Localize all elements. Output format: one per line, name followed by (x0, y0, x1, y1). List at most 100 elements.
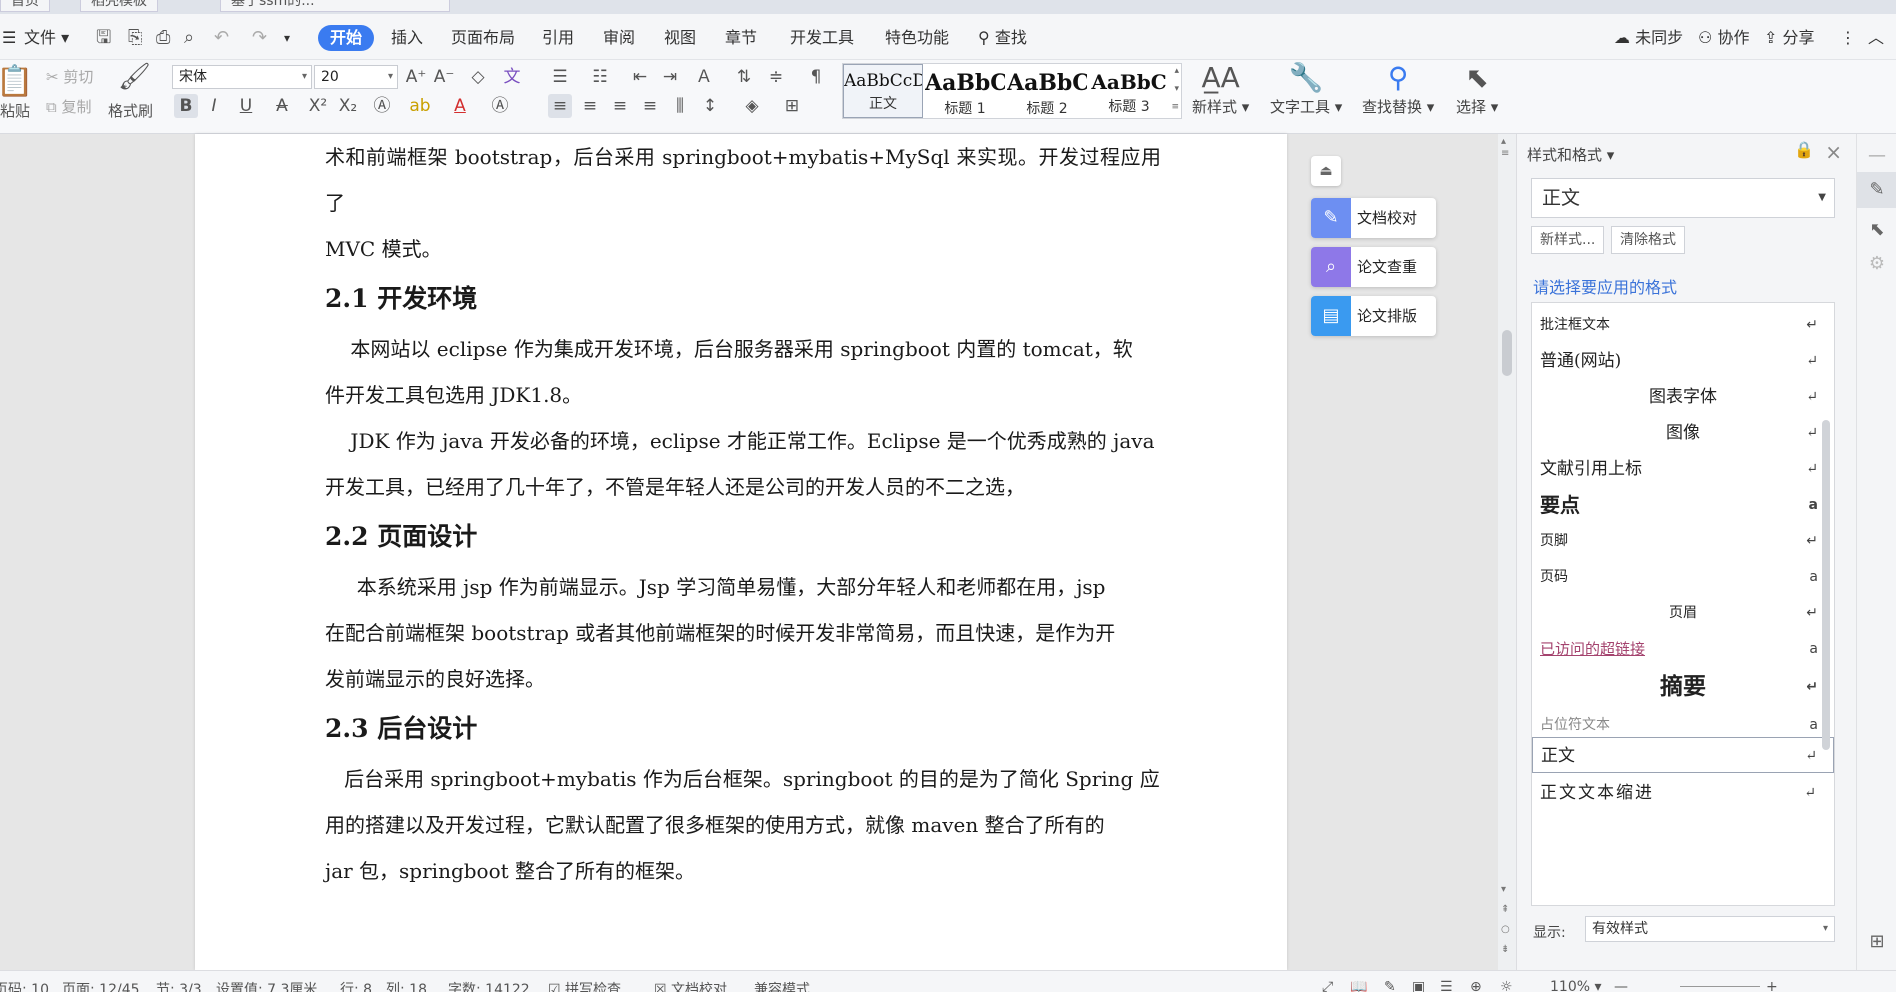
shading-icon[interactable]: ◈ (740, 94, 764, 118)
zoom-level[interactable]: 110% ▾ (1550, 979, 1602, 992)
show-marks-icon[interactable]: ¶ (804, 65, 828, 89)
sync-status[interactable]: ☁ 未同步 (1614, 25, 1683, 51)
strikethrough-button[interactable]: A (270, 94, 294, 118)
style-item-header[interactable]: 页眉 ↵ (1532, 595, 1834, 631)
tab-home[interactable]: 首页 (0, 0, 50, 12)
style-heading-1[interactable]: AaBbC 标题 1 (925, 64, 1005, 118)
style-normal[interactable]: AaBbCcD 正文 (843, 64, 923, 118)
current-style-select[interactable]: 正文 ▼ (1531, 178, 1835, 218)
bullet-list-icon[interactable]: ☰ (548, 65, 572, 89)
status-section[interactable]: 节: 3/3 (156, 979, 202, 992)
paste-icon[interactable]: 📋 (0, 64, 33, 99)
font-color-icon[interactable]: A (448, 94, 472, 118)
font-size-select[interactable]: 20 ▾ (314, 65, 398, 89)
document-page[interactable]: 术和前端框架 bootstrap，后台采用 springboot+mybatis… (195, 134, 1287, 970)
body-paragraph[interactable]: JDK 作为 java 开发必备的环境，eclipse 才能正常工作。Eclip… (325, 418, 1161, 464)
status-row[interactable]: 行: 8 (340, 979, 372, 992)
style-item-citation-superscript[interactable]: 文献引用上标 ↵ (1532, 451, 1834, 487)
menu-references[interactable]: 引用 (542, 25, 574, 51)
format-painter-icon[interactable]: 🖌 (118, 62, 151, 92)
body-paragraph[interactable]: 本网站以 eclipse 作为集成开发环境，后台服务器采用 springboot… (325, 326, 1161, 372)
write-view-icon[interactable]: ✎ (1384, 979, 1396, 992)
style-item-image[interactable]: 图像 ↵ (1532, 415, 1834, 451)
proofread-toggle[interactable]: ☒ 文档校对 (654, 979, 727, 992)
status-word-count[interactable]: 字数: 14122 (448, 979, 530, 992)
style-list-scrollbar[interactable] (1822, 420, 1830, 750)
split-handle-icon[interactable]: ≡ (1501, 148, 1509, 159)
redo-icon[interactable]: ↷ (252, 25, 267, 51)
status-column[interactable]: 列: 18 (386, 979, 427, 992)
new-style-button[interactable]: A̲A 新样式 ▾ (1192, 60, 1249, 117)
show-filter-select[interactable]: 有效样式 ▾ (1585, 916, 1835, 942)
decrease-indent-icon[interactable]: ⇤ (628, 65, 652, 89)
menu-special-features[interactable]: 特色功能 (885, 25, 949, 51)
find-replace-button[interactable]: ⚲ 查找替换 ▾ (1362, 60, 1434, 117)
align-center-icon[interactable]: ≡ (578, 94, 602, 118)
style-item-visited-link[interactable]: 已访问的超链接 a (1532, 631, 1834, 667)
style-item-footer[interactable]: 页脚 ↵ (1532, 523, 1834, 559)
collapse-assistant-icon[interactable]: ⏏ (1311, 156, 1341, 186)
scrollbar-thumb[interactable] (1502, 330, 1512, 376)
gallery-scroll-down-icon[interactable]: ▾ (1174, 84, 1179, 94)
numbered-list-icon[interactable]: ☷ (588, 65, 612, 89)
menu-insert[interactable]: 插入 (391, 25, 423, 51)
menu-view[interactable]: 视图 (664, 25, 696, 51)
menu-home-tab[interactable]: 开始 (318, 25, 375, 51)
undo-icon[interactable]: ↶ (214, 25, 229, 51)
sort-icon[interactable]: ⇅ (732, 65, 756, 89)
next-page-icon[interactable]: ⇟ (1501, 944, 1509, 955)
style-item-key-point[interactable]: 要点 a (1532, 487, 1834, 523)
style-item-page-number[interactable]: 页码 a (1532, 559, 1834, 595)
bold-button[interactable]: B (174, 94, 198, 118)
save-icon[interactable]: 🖫 (96, 25, 111, 51)
menu-developer[interactable]: 开发工具 (790, 25, 854, 51)
print-icon[interactable]: ⎙ (156, 25, 170, 51)
body-paragraph[interactable]: MVC 模式。 (325, 226, 1161, 272)
style-item-body-indent[interactable]: 正文文本缩进 ↵ (1532, 775, 1834, 811)
spell-check-toggle[interactable]: ☑ 拼写检查 (548, 979, 621, 992)
phonetic-guide-icon[interactable]: 文 (500, 65, 524, 89)
line-spacing-icon[interactable]: ≑ (764, 65, 788, 89)
thesis-format-button[interactable]: ▤ 论文排版 (1311, 296, 1436, 336)
distributed-align-icon[interactable]: ⫼ (668, 94, 692, 118)
body-paragraph[interactable]: 本系统采用 jsp 作为前端显示。Jsp 学习简单易懂，大部分年轻人和老师都在用… (325, 564, 1161, 610)
eye-protection-icon[interactable]: ☼ (1500, 979, 1513, 992)
menu-chapter[interactable]: 章节 (725, 25, 757, 51)
highlight-icon[interactable]: ab (408, 94, 432, 118)
scroll-down-icon[interactable]: ▾ (1501, 884, 1506, 895)
body-paragraph[interactable]: 后台采用 springboot+mybatis 作为后台框架。springboo… (325, 756, 1161, 802)
document-scrollbar[interactable]: ▴ ≡ ▾ ⇞ ○ ⇟ (1498, 134, 1516, 970)
menu-file[interactable]: 文件 ▾ (24, 25, 69, 51)
web-view-icon[interactable]: ⊕ (1470, 979, 1482, 992)
select-browse-icon[interactable]: ○ (1501, 924, 1510, 935)
align-left-icon[interactable]: ≡ (548, 94, 572, 118)
paragraph-spacing-icon[interactable]: ↕ (698, 94, 722, 118)
fullscreen-icon[interactable]: ⤢ (1322, 979, 1333, 992)
style-item-chart-font[interactable]: 图表字体 ↵ (1532, 379, 1834, 415)
align-right-icon[interactable]: ≡ (608, 94, 632, 118)
justify-icon[interactable]: ≡ (638, 94, 662, 118)
gallery-expand-icon[interactable]: ≡ (1171, 102, 1179, 112)
body-paragraph[interactable]: jar 包，springboot 整合了所有的框架。 (325, 848, 1161, 894)
zoom-out-icon[interactable]: — (1614, 979, 1628, 992)
text-effect-icon[interactable]: Ⓐ (370, 94, 394, 118)
underline-button[interactable]: U (234, 94, 258, 118)
section-heading[interactable]: 2.2 页面设计 (325, 510, 1161, 564)
outline-view-icon[interactable]: ☰ (1440, 979, 1453, 992)
share-button[interactable]: ⇪ 分享 (1764, 25, 1815, 51)
export-pdf-icon[interactable]: ⎘ (128, 25, 142, 51)
plagiarism-check-button[interactable]: ⌕ 论文查重 (1311, 247, 1436, 287)
print-preview-icon[interactable]: ⌕ (184, 25, 194, 51)
hamburger-menu-icon[interactable]: ☰ (2, 25, 16, 51)
style-list[interactable]: 批注框文本 ↵ 普通(网站) ↵ 图表字体 ↵ 图像 ↵ 文献引用上标 ↵ 要点 a 页脚 ↵… (1531, 302, 1835, 906)
increase-indent-icon[interactable]: ⇥ (658, 65, 682, 89)
lock-icon[interactable]: 🔒 (1794, 140, 1814, 159)
grow-font-icon[interactable]: A⁺ (404, 65, 428, 89)
paste-button[interactable]: 粘贴 (0, 100, 30, 121)
quick-access-dropdown-icon[interactable]: ▾ (284, 25, 290, 51)
tab-current-document[interactable]: 基于ssm的... (220, 0, 450, 12)
scroll-up-icon[interactable]: ▴ (1501, 136, 1506, 147)
grid-apps-icon[interactable]: ⊞ (1857, 924, 1896, 960)
style-pen-icon[interactable]: ✎ (1857, 172, 1896, 208)
menu-review[interactable]: 审阅 (603, 25, 635, 51)
